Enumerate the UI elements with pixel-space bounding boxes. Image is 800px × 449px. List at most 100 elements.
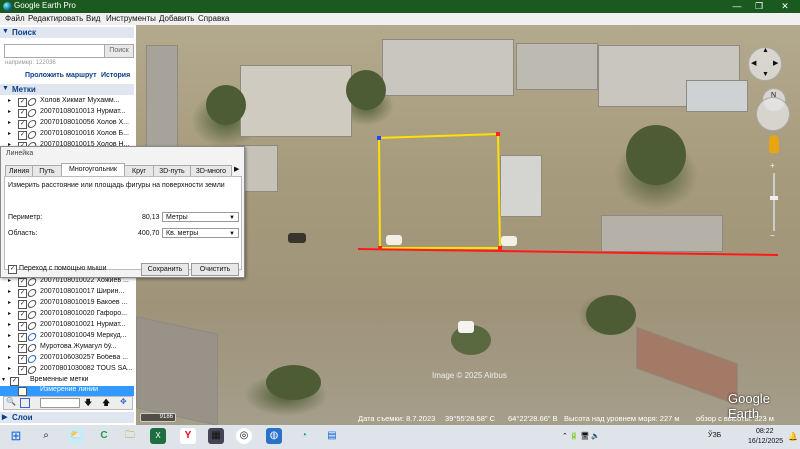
zoom-in-icon[interactable]: +: [770, 161, 775, 170]
close-button[interactable]: ✕: [774, 0, 796, 13]
latitude: 39°55'28.58" С: [445, 414, 496, 423]
zoom-handle[interactable]: [770, 196, 778, 200]
search-panel-header[interactable]: ▼ Поиск: [0, 27, 134, 38]
temp-places-folder[interactable]: ▾ ✓ Временные метки: [0, 376, 134, 386]
collapse-arrow-icon: ▼: [2, 85, 9, 92]
tray-icons[interactable]: ⌃ 🔋 🖥 🔈: [562, 432, 600, 440]
ruler-dialog: Линейка ▶ Линия Путь Многоугольник Круг …: [0, 146, 245, 278]
area-value: 400,70: [138, 230, 160, 237]
places-toolbar: 🔍 🡇 🡅 ✥: [3, 396, 133, 410]
minimize-button[interactable]: —: [726, 0, 748, 13]
menu-add[interactable]: Добавить: [159, 14, 194, 23]
list-item[interactable]: ▸ ✓ 20070108010056 Холов Х...: [0, 119, 134, 129]
get-directions-link[interactable]: Проложить маршрут: [25, 72, 97, 79]
eye-altitude: обзор с высоты: 323 м: [696, 414, 774, 423]
list-item[interactable]: ▸ ✓ 20070108010017 Ширин...: [0, 288, 134, 298]
yandex-icon[interactable]: Y: [180, 428, 196, 444]
list-item[interactable]: ▸ ✓ 20070108010013 Нурмат...: [0, 108, 134, 118]
search-icon[interactable]: ⌕: [38, 428, 54, 444]
clock-date[interactable]: 16/12/2025: [748, 438, 783, 445]
menu-view[interactable]: Вид: [86, 14, 100, 23]
search-panel-title: Поиск: [12, 28, 37, 37]
selected-measure-item[interactable]: ✓ Измерение линии: [0, 386, 134, 396]
menu-file[interactable]: Файл: [5, 14, 25, 23]
look-right-icon[interactable]: ▶: [773, 59, 778, 67]
places-panel-title: Метки: [12, 85, 36, 94]
places-panel-header[interactable]: ▼ Метки: [0, 84, 134, 95]
store-icon[interactable]: ▤: [324, 428, 340, 444]
app-icon[interactable]: C: [96, 428, 112, 444]
imagery-copyright: Image © 2025 Airbus: [432, 371, 507, 380]
file-explorer-icon[interactable]: 🗀: [122, 428, 138, 444]
list-item[interactable]: ▸ ✓ 20070108010020 Гафоро...: [0, 310, 134, 320]
list-item[interactable]: ▸ ✓ 20070108010049 Меркуд...: [0, 332, 134, 342]
measured-polygon: [377, 132, 502, 249]
measured-line: [357, 248, 779, 256]
move-up-icon[interactable]: 🡅: [102, 397, 110, 411]
look-left-icon[interactable]: ◀: [751, 59, 756, 67]
look-up-icon[interactable]: ▲: [762, 47, 769, 54]
mouse-nav-checkbox[interactable]: ✓: [8, 265, 17, 274]
description: Измерить расстояние или площадь фигуры н…: [8, 182, 225, 189]
list-item[interactable]: ▸ ✓ Холов Хикмат Мухамм...: [0, 97, 134, 107]
pegman-icon[interactable]: [769, 135, 779, 153]
menu-tools[interactable]: Инструменты: [106, 14, 156, 23]
history-link[interactable]: История: [101, 72, 130, 79]
area-label: Область:: [8, 230, 38, 237]
maximize-button[interactable]: ❐: [748, 0, 770, 13]
excel-icon[interactable]: X: [150, 428, 166, 444]
save-button[interactable]: Сохранить: [141, 263, 189, 276]
dropdown-arrow-icon: ▼: [229, 215, 235, 221]
google-earth-logo-icon: [3, 2, 12, 11]
look-down-icon[interactable]: ▼: [762, 71, 769, 78]
longitude: 64°22'28.66" В: [508, 414, 558, 423]
chrome-icon[interactable]: ◎: [236, 428, 252, 444]
layers-panel-header[interactable]: ▶ Слои: [0, 412, 134, 423]
move-down-icon[interactable]: 🡇: [84, 397, 92, 411]
search-example: например: 122036: [5, 60, 56, 66]
imagery-date: Дата съемки: 8.7.2023: [358, 414, 436, 423]
panel-toggle-icon[interactable]: [20, 398, 30, 408]
zoom-out-icon[interactable]: −: [770, 231, 775, 240]
status-bar: Дата съемки: 8.7.2023 39°55'28.58" С 64°…: [356, 412, 800, 424]
list-item[interactable]: ▸ ✓ 20070801030082 TOUS SA...: [0, 365, 134, 375]
notifications-icon[interactable]: 🔔: [788, 432, 798, 441]
tab-polygon[interactable]: Многоугольник: [61, 163, 125, 177]
tab-scroll-icon[interactable]: ▶: [234, 165, 239, 173]
edge-icon[interactable]: ◔: [296, 428, 312, 444]
places-filter-input[interactable]: [40, 398, 80, 408]
title-bar: Google Earth Pro — ❐ ✕: [0, 0, 800, 13]
widgets-icon[interactable]: ⛅: [68, 428, 84, 444]
zoom-slider[interactable]: + −: [770, 161, 778, 241]
elevation: Высота над уровнем моря: 227 м: [564, 414, 680, 423]
list-item[interactable]: ▸ ✓ Муротова Жумагул бў...: [0, 343, 134, 353]
search-icon[interactable]: 🔍: [6, 397, 16, 406]
menu-edit[interactable]: Редактировать: [28, 14, 83, 23]
list-item[interactable]: ▸ ✓ 20070108010021 Нурмат...: [0, 321, 134, 331]
overview-toggle[interactable]: 9186: [140, 413, 176, 422]
calculator-icon[interactable]: ▦: [208, 428, 224, 444]
dropdown-arrow-icon: ▼: [229, 231, 235, 237]
search-input[interactable]: [4, 44, 106, 58]
list-item[interactable]: ▸ ✓ 20070108010022 Хожиев ...: [0, 277, 134, 287]
perimeter-label: Периметр:: [8, 214, 43, 221]
taskbar: ⊞ ⌕ ⛅ C 🗀 X Y ▦ ◎ ◍ ◔ ▤ ⌃ 🔋 🖥 🔈 ЎЗБ 08:2…: [0, 425, 800, 449]
perimeter-value: 80,13: [142, 214, 160, 221]
clear-button[interactable]: Очистить: [191, 263, 239, 276]
windows-start-icon[interactable]: ⊞: [8, 428, 24, 444]
expand-arrow-icon: ▶: [2, 414, 8, 421]
list-item[interactable]: ▸ ✓ 20070108010019 Бакоев ...: [0, 299, 134, 309]
input-language[interactable]: ЎЗБ: [708, 432, 721, 439]
search-button[interactable]: Поиск: [104, 44, 134, 58]
list-item[interactable]: ▸ ✓ 20070106030257 Бобева ...: [0, 354, 134, 364]
layers-panel-title: Слои: [12, 413, 33, 422]
clock-time[interactable]: 08:22: [756, 428, 774, 435]
google-earth-icon[interactable]: ◍: [266, 428, 282, 444]
look-joystick[interactable]: ▲ ▼ ◀ ▶: [748, 47, 782, 81]
list-item[interactable]: ▸ ✓ 20070108010016 Холов Б...: [0, 130, 134, 140]
perimeter-unit-select[interactable]: Метры ▼: [162, 212, 239, 222]
settings-icon[interactable]: ✥: [120, 397, 127, 406]
area-unit-select[interactable]: Кв. метры ▼: [162, 228, 239, 238]
menu-help[interactable]: Справка: [198, 14, 229, 23]
move-joystick[interactable]: [756, 97, 790, 131]
